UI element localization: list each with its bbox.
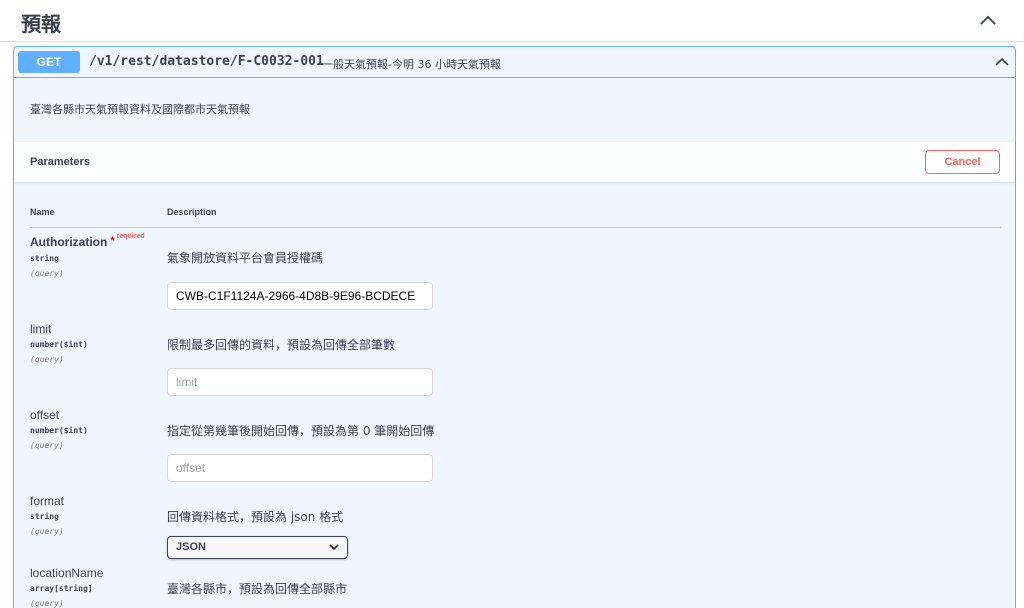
param-name-locationname: locationName	[30, 566, 104, 580]
header-divider	[30, 227, 1001, 228]
param-location: (query)	[30, 269, 64, 278]
operation-summary-text: 一般天氣預報-今明 36 小時天氣預報	[322, 58, 501, 71]
cancel-button[interactable]: Cancel	[925, 150, 1000, 174]
param-location: (query)	[30, 527, 64, 536]
chevron-up-icon[interactable]	[994, 54, 1010, 70]
chevron-up-icon[interactable]	[977, 10, 999, 30]
required-star: *	[110, 235, 115, 247]
column-header-name: Name	[30, 207, 55, 217]
format-selected-value: JSON	[176, 541, 206, 553]
param-type: number($int)	[30, 340, 88, 349]
chevron-down-icon	[329, 544, 339, 551]
limit-input[interactable]	[167, 368, 433, 396]
operation-block: GET /v1/rest/datastore/F-C0032-001 一般天氣預…	[13, 46, 1016, 608]
section-header[interactable]: 預報	[0, 0, 1024, 42]
param-name-limit: limit	[30, 322, 52, 336]
param-location: (query)	[30, 441, 64, 450]
operation-path: /v1/rest/datastore/F-C0032-001	[89, 54, 324, 69]
parameters-title: Parameters	[30, 156, 90, 168]
param-description: 回傳資料格式，預設為 json 格式	[167, 510, 344, 524]
param-description: 氣象開放資料平台會員授權碼	[167, 251, 324, 265]
column-header-description: Description	[167, 207, 217, 217]
param-name-format: format	[30, 494, 65, 508]
param-location: (query)	[30, 355, 64, 364]
param-description: 限制最多回傳的資料，預設為回傳全部筆數	[167, 338, 396, 352]
param-type: number($int)	[30, 426, 88, 435]
param-location: (query)	[30, 599, 64, 608]
operation-summary[interactable]: GET /v1/rest/datastore/F-C0032-001 一般天氣預…	[14, 47, 1015, 78]
section-title: 預報	[21, 12, 61, 36]
authorization-input[interactable]	[167, 282, 433, 310]
param-type: string	[30, 512, 59, 521]
method-badge: GET	[18, 51, 80, 73]
param-name-authorization: Authorization * required	[30, 233, 145, 249]
format-select[interactable]: JSON	[167, 536, 348, 559]
param-type: array[string]	[30, 584, 93, 593]
required-label: required	[116, 233, 145, 240]
parameters-bar: Parameters Cancel	[14, 142, 1015, 182]
offset-input[interactable]	[167, 454, 433, 482]
param-description: 臺灣各縣市，預設為回傳全部縣市	[167, 582, 348, 596]
param-description: 指定從第幾筆後開始回傳，預設為第 0 筆開始回傳	[167, 424, 435, 438]
param-name-offset: offset	[30, 408, 60, 422]
param-name-text: Authorization	[30, 235, 108, 249]
param-type: string	[30, 254, 59, 263]
operation-description: 臺灣各縣市天氣預報資料及國際都市天氣預報	[30, 103, 250, 116]
